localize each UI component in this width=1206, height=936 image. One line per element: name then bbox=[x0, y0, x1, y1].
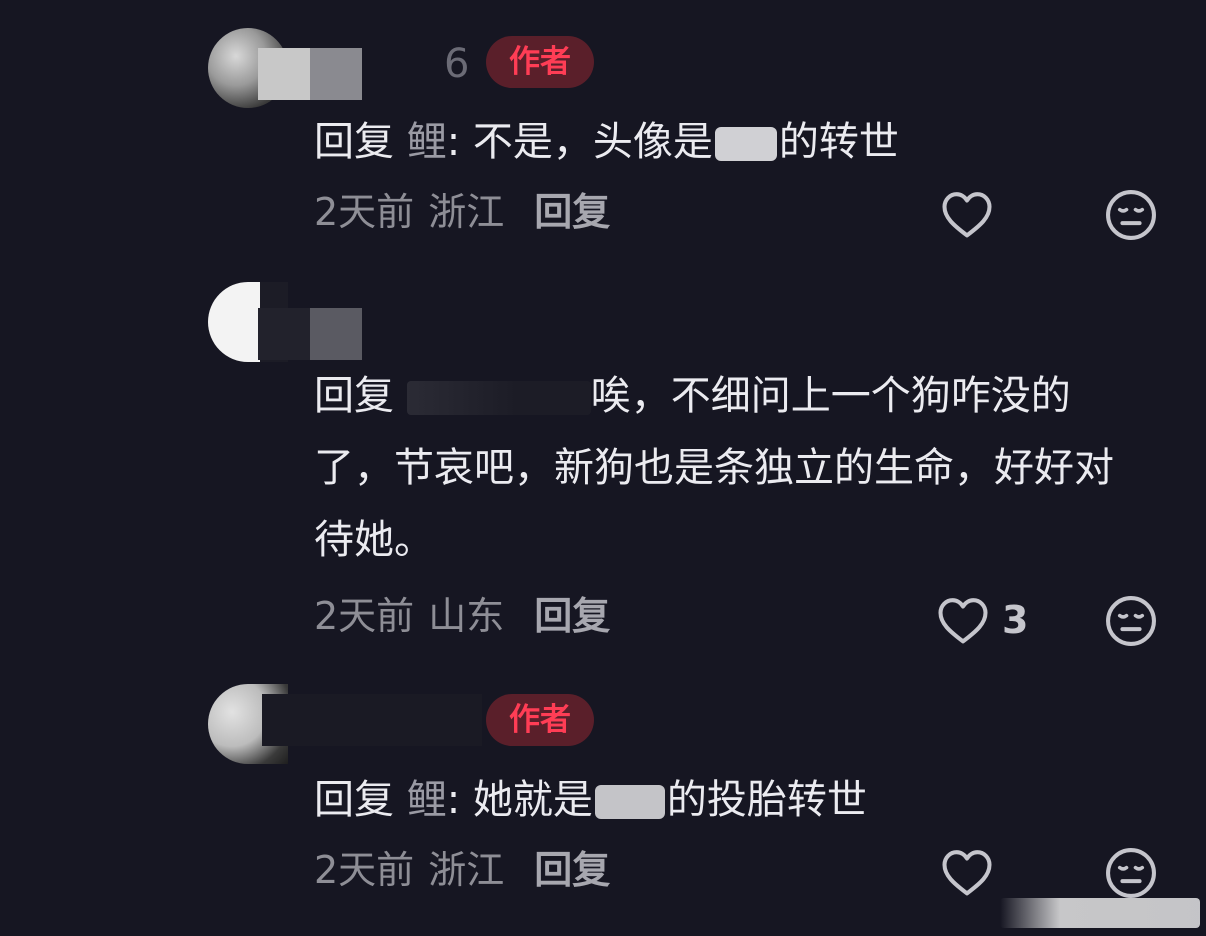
unamused-face-icon[interactable] bbox=[1104, 846, 1158, 900]
comment-meta: 2天前 山东 回复 bbox=[314, 590, 610, 642]
timestamp: 2天前 bbox=[314, 594, 415, 638]
comment-text-after: 的投胎转世 bbox=[666, 777, 867, 823]
like-count: 3 bbox=[1002, 598, 1029, 642]
reply-button[interactable]: 回复 bbox=[534, 848, 610, 892]
unamused-face-icon[interactable] bbox=[1104, 594, 1158, 648]
username-fragment: 6 bbox=[444, 41, 470, 87]
timestamp: 2天前 bbox=[314, 190, 415, 234]
reply-target[interactable]: 鲤 bbox=[407, 119, 447, 165]
watermark-overlay bbox=[1000, 898, 1200, 928]
location: 山东 bbox=[428, 594, 505, 638]
like-button[interactable] bbox=[940, 846, 1006, 898]
reply-button[interactable]: 回复 bbox=[534, 190, 610, 234]
username-redacted[interactable] bbox=[262, 694, 482, 746]
author-badge: 作者 bbox=[486, 36, 594, 88]
heart-outline-icon bbox=[942, 850, 992, 896]
username-redacted[interactable] bbox=[258, 308, 362, 360]
reply-target[interactable]: 鲤 bbox=[407, 777, 447, 823]
comment-meta: 2天前 浙江 回复 bbox=[314, 186, 610, 238]
location: 浙江 bbox=[428, 848, 505, 892]
comment-meta: 2天前 浙江 回复 bbox=[314, 844, 610, 896]
heart-outline-icon bbox=[942, 192, 992, 238]
reply-prefix: 回复 bbox=[314, 119, 394, 165]
comment-text-before: : 不是，头像是 bbox=[446, 119, 713, 165]
redacted-username bbox=[406, 381, 591, 415]
comment-text-after: 的转世 bbox=[778, 119, 899, 165]
redacted-text bbox=[714, 127, 777, 161]
comment-text: 回复 鲤: 她就是 的投胎转世 bbox=[314, 764, 1144, 836]
like-button[interactable]: 3 bbox=[936, 594, 1028, 646]
comment-text-before: : 她就是 bbox=[446, 777, 593, 823]
username-redacted[interactable] bbox=[258, 48, 362, 100]
like-button[interactable] bbox=[940, 188, 1006, 240]
unamused-face-icon[interactable] bbox=[1104, 188, 1158, 242]
reply-button[interactable]: 回复 bbox=[534, 594, 610, 638]
heart-outline-icon bbox=[938, 598, 988, 644]
timestamp: 2天前 bbox=[314, 848, 415, 892]
comment-text: 回复 鲤: 不是，头像是 的转世 bbox=[314, 106, 1144, 178]
author-badge: 作者 bbox=[486, 694, 594, 746]
comment-text: 回复 唉，不细问上一个狗咋没的了，节哀吧，新狗也是条独立的生命，好好对待她。 bbox=[314, 360, 1144, 576]
reply-prefix: 回复 bbox=[314, 777, 394, 823]
redacted-text bbox=[594, 785, 665, 819]
reply-prefix: 回复 bbox=[314, 373, 394, 419]
location: 浙江 bbox=[428, 190, 505, 234]
